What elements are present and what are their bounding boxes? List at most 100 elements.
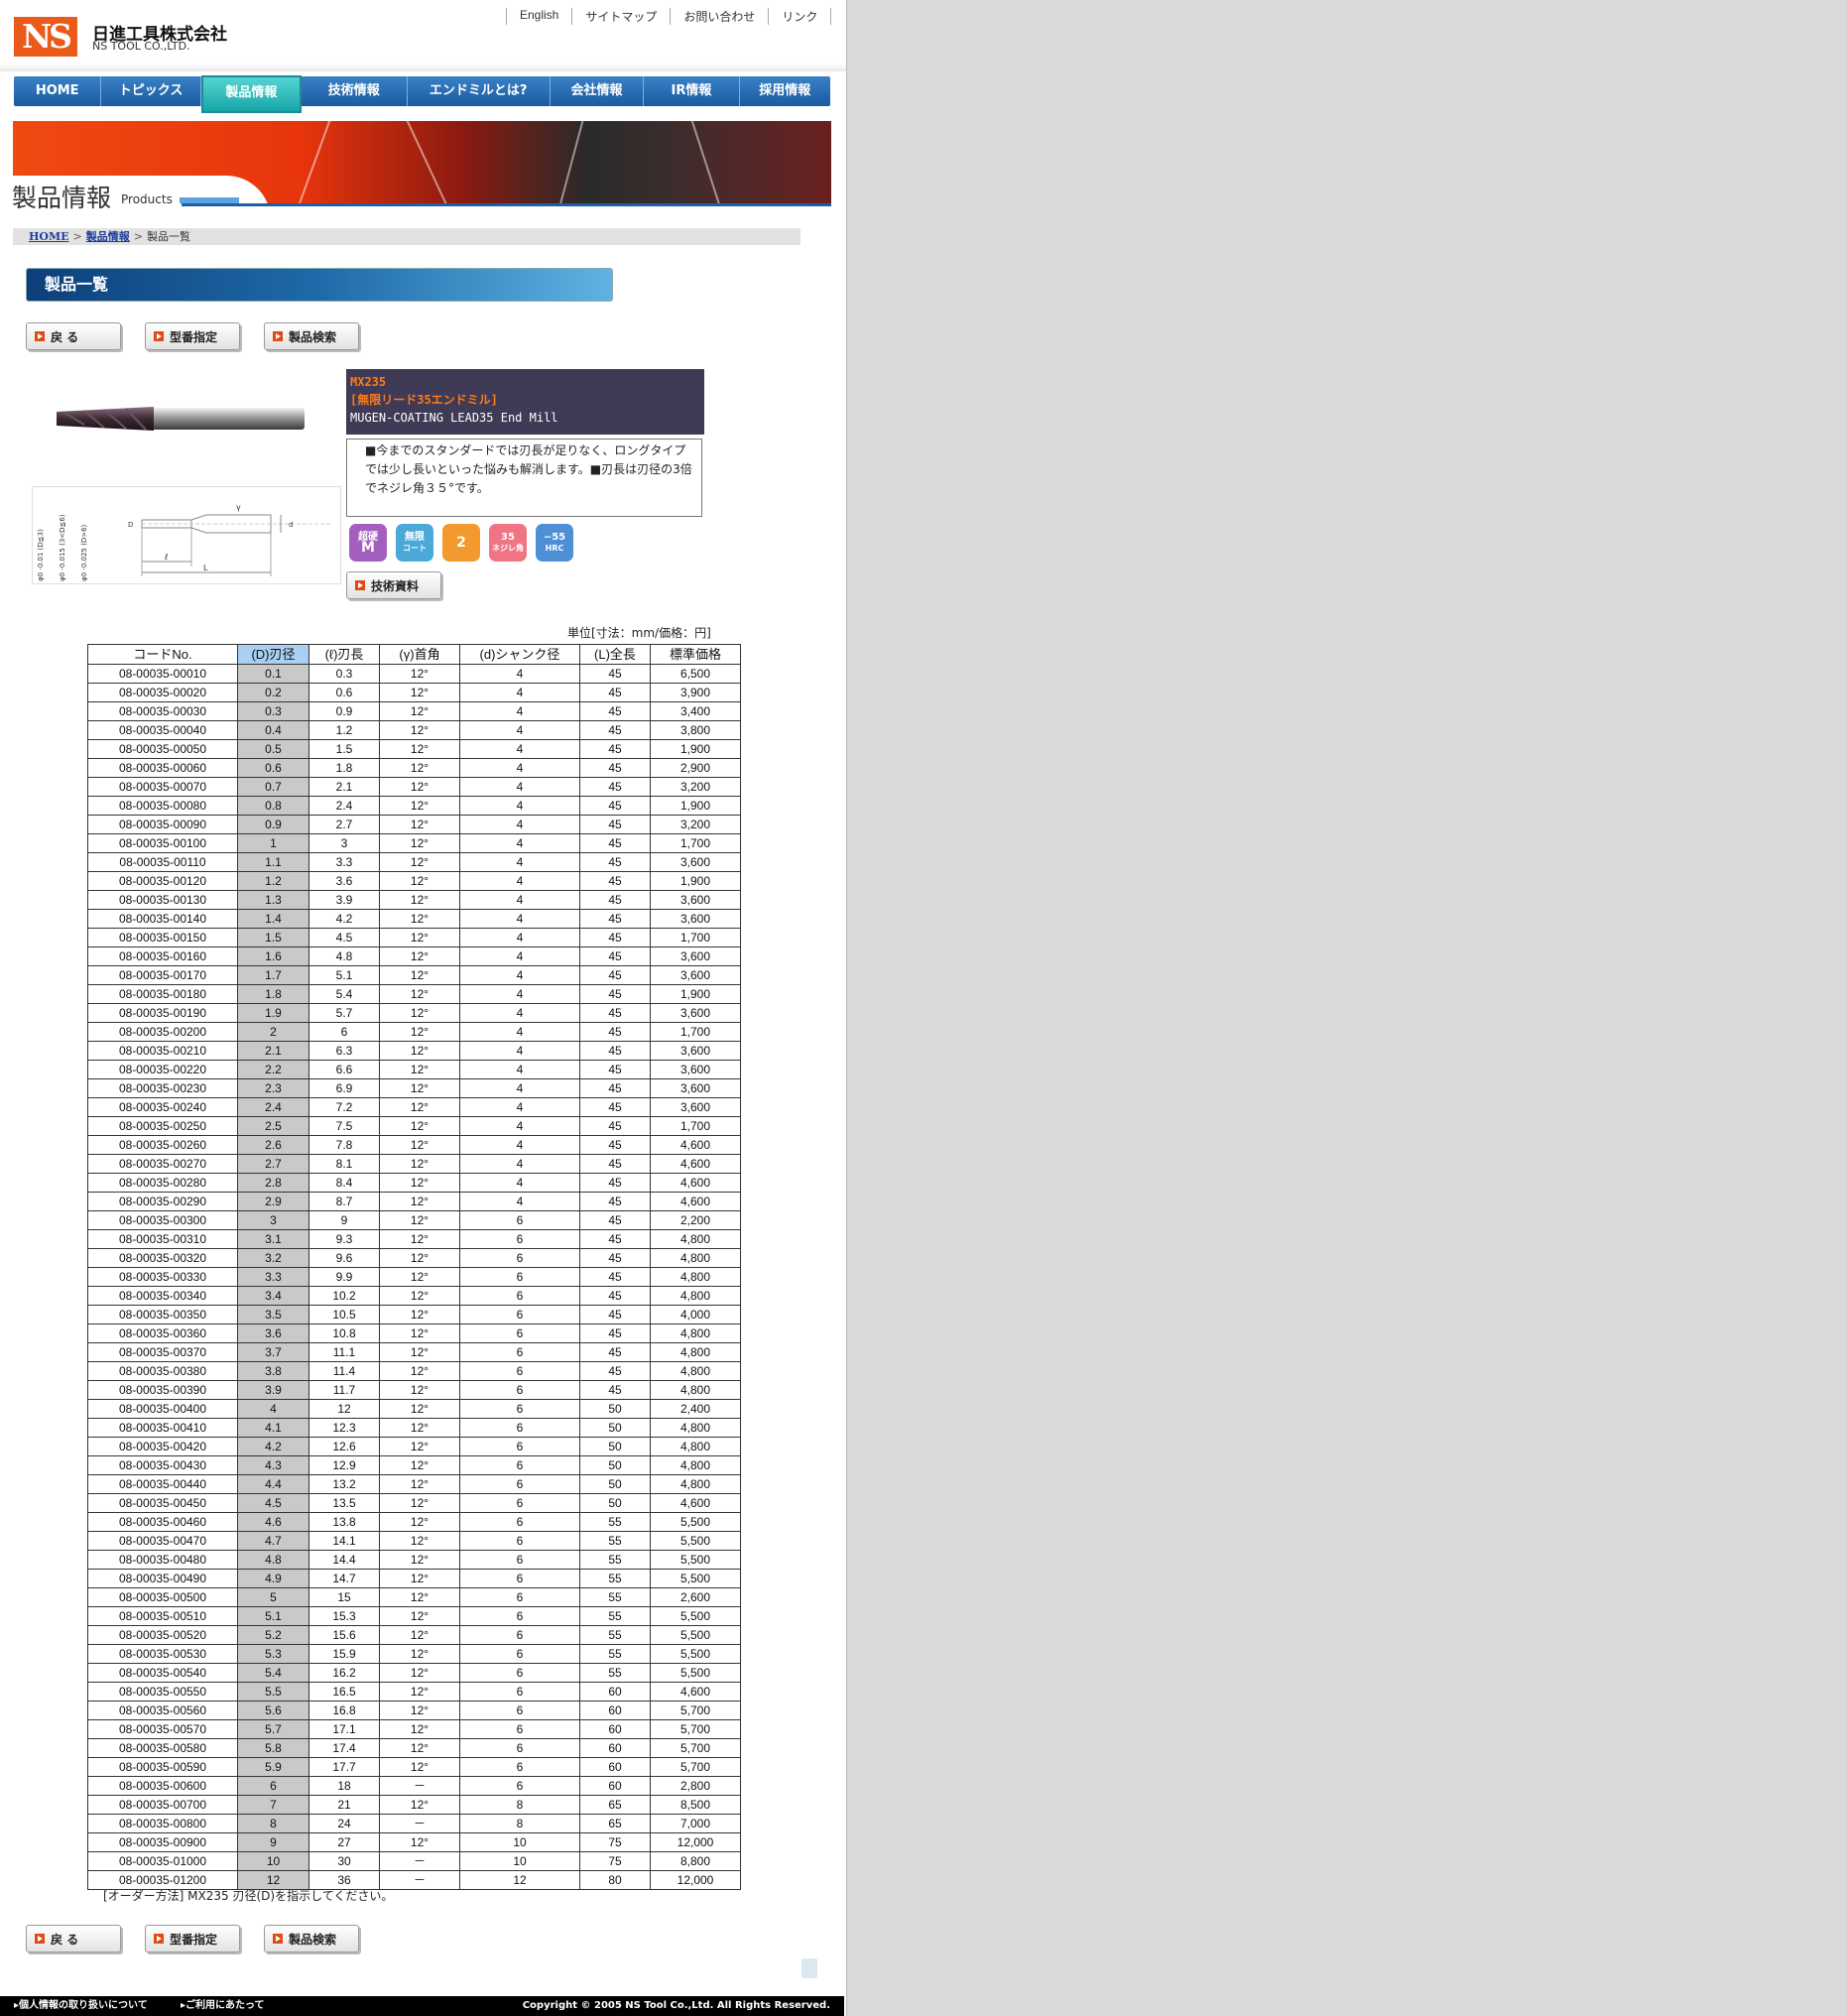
table-row: 08-00035-00400 4 12 12° 6 50 2,400 [87, 1399, 741, 1419]
table-cell: 08-00035-00470 [87, 1531, 238, 1551]
nav-topics[interactable]: トピックス [101, 76, 201, 106]
util-link-sitemap[interactable]: サイトマップ [571, 8, 670, 25]
product-code: MX235 [350, 375, 387, 389]
table-cell: 4 [459, 984, 580, 1004]
breadcrumb-home[interactable]: HOME [29, 230, 69, 243]
table-cell: 12° [379, 683, 460, 702]
table-cell: 4 [459, 701, 580, 721]
arrow-right-icon [273, 331, 283, 341]
table-cell: 0.9 [237, 815, 309, 834]
company-logo[interactable]: NS [14, 17, 77, 57]
model-select-button[interactable]: 型番指定 [145, 322, 240, 350]
table-cell: 08-00035-00430 [87, 1455, 238, 1475]
table-cell: 5 [237, 1587, 309, 1607]
nav-ir[interactable]: IR情報 [644, 76, 740, 106]
table-row: 08-00035-00370 3.7 11.1 12° 6 45 4,800 [87, 1342, 741, 1362]
table-cell: 7.5 [308, 1116, 380, 1136]
table-row: 08-00035-00280 2.8 8.4 12° 4 45 4,600 [87, 1173, 741, 1193]
table-cell: 11.1 [308, 1342, 380, 1362]
arrow-right-icon [355, 580, 365, 590]
table-cell: 3.1 [237, 1229, 309, 1249]
col-flute-length: (ℓ)刃長 [308, 644, 380, 665]
product-search-button[interactable]: 製品検索 [264, 322, 359, 350]
back-button[interactable]: 戻 る [26, 322, 121, 350]
table-cell: 08-00035-00220 [87, 1060, 238, 1079]
table-row: 08-00035-00130 1.3 3.9 12° 4 45 3,600 [87, 890, 741, 910]
table-cell: 12° [379, 1455, 460, 1475]
table-cell: 4 [459, 683, 580, 702]
table-cell: 1,900 [650, 796, 741, 816]
table-cell: 6 [459, 1361, 580, 1381]
table-cell: 4.9 [237, 1569, 309, 1588]
table-cell: 4.2 [237, 1437, 309, 1456]
table-cell: 17.7 [308, 1757, 380, 1777]
table-cell: 3,600 [650, 909, 741, 929]
table-row: 08-00035-00410 4.1 12.3 12° 6 50 4,800 [87, 1418, 741, 1438]
table-cell: 4.6 [237, 1512, 309, 1532]
table-cell: 6 [459, 1437, 580, 1456]
table-cell: 4,800 [650, 1342, 741, 1362]
table-cell: 6 [459, 1550, 580, 1570]
table-cell: 3,600 [650, 1097, 741, 1117]
table-row: 08-00035-00430 4.3 12.9 12° 6 50 4,800 [87, 1455, 741, 1475]
back-button-bottom[interactable]: 戻 る [26, 1925, 121, 1953]
table-cell: 12° [379, 1380, 460, 1400]
table-cell: 3,900 [650, 683, 741, 702]
table-cell: 8.1 [308, 1154, 380, 1174]
breadcrumb-products[interactable]: 製品情報 [86, 230, 130, 243]
nav-home[interactable]: HOME [14, 76, 102, 106]
table-cell: 16.8 [308, 1701, 380, 1720]
table-cell: 45 [579, 1286, 651, 1306]
tech-docs-button[interactable]: 技術資料 [346, 571, 441, 599]
table-row: 08-00035-00290 2.9 8.7 12° 4 45 4,600 [87, 1192, 741, 1211]
table-cell: 4,800 [650, 1474, 741, 1494]
table-cell: 17.1 [308, 1719, 380, 1739]
table-cell: 6 [459, 1531, 580, 1551]
table-cell: 45 [579, 701, 651, 721]
table-cell: 5,500 [650, 1644, 741, 1664]
helix-35-icon: 35 ネジレ角 [489, 524, 527, 562]
table-cell: 12° [379, 1361, 460, 1381]
table-cell: 45 [579, 946, 651, 966]
table-cell: 45 [579, 909, 651, 929]
util-link-links[interactable]: リンク [768, 8, 832, 25]
table-cell: 08-00035-00700 [87, 1795, 238, 1815]
col-overall-length: (L)全長 [579, 644, 651, 665]
table-cell: 45 [579, 928, 651, 947]
table-cell: 12° [379, 1531, 460, 1551]
nav-recruit[interactable]: 採用情報 [740, 76, 830, 106]
product-search-button-bottom[interactable]: 製品検索 [264, 1925, 359, 1953]
table-cell: 50 [579, 1437, 651, 1456]
table-cell: 4,800 [650, 1286, 741, 1306]
table-cell: 45 [579, 1342, 651, 1362]
table-cell: 45 [579, 1135, 651, 1155]
nav-company[interactable]: 会社情報 [551, 76, 645, 106]
table-cell: 08-00035-00320 [87, 1248, 238, 1268]
table-cell: 0.2 [237, 683, 309, 702]
terms-link[interactable]: ▸ご利用にあたって [181, 1996, 265, 2016]
table-cell: 4 [459, 852, 580, 872]
util-link-contact[interactable]: お問い合わせ [670, 8, 768, 25]
page-top-icon[interactable] [801, 1958, 817, 1978]
table-cell: 08-00035-00240 [87, 1097, 238, 1117]
table-row: 08-00035-00170 1.7 5.1 12° 4 45 3,600 [87, 965, 741, 985]
table-cell: 9 [308, 1210, 380, 1230]
nav-about-endmill[interactable]: エンドミルとは? [408, 76, 551, 106]
table-cell: 08-00035-00330 [87, 1267, 238, 1287]
nav-technical[interactable]: 技術情報 [302, 76, 408, 106]
table-cell: 55 [579, 1587, 651, 1607]
nav-products[interactable]: 製品情報 [200, 75, 303, 113]
table-cell: 50 [579, 1418, 651, 1438]
table-cell: － [379, 1851, 460, 1871]
table-cell: 13.2 [308, 1474, 380, 1494]
table-cell: 12° [379, 1437, 460, 1456]
util-link-english[interactable]: English [506, 8, 571, 25]
table-cell: 60 [579, 1682, 651, 1701]
table-cell: 08-00035-00540 [87, 1663, 238, 1683]
table-cell: 6 [459, 1493, 580, 1513]
table-cell: 6 [459, 1625, 580, 1645]
table-cell: 45 [579, 871, 651, 891]
model-select-button-bottom[interactable]: 型番指定 [145, 1925, 240, 1953]
privacy-link[interactable]: ▸個人情報の取り扱いについて [14, 1996, 148, 2016]
table-cell: 6 [459, 1512, 580, 1532]
